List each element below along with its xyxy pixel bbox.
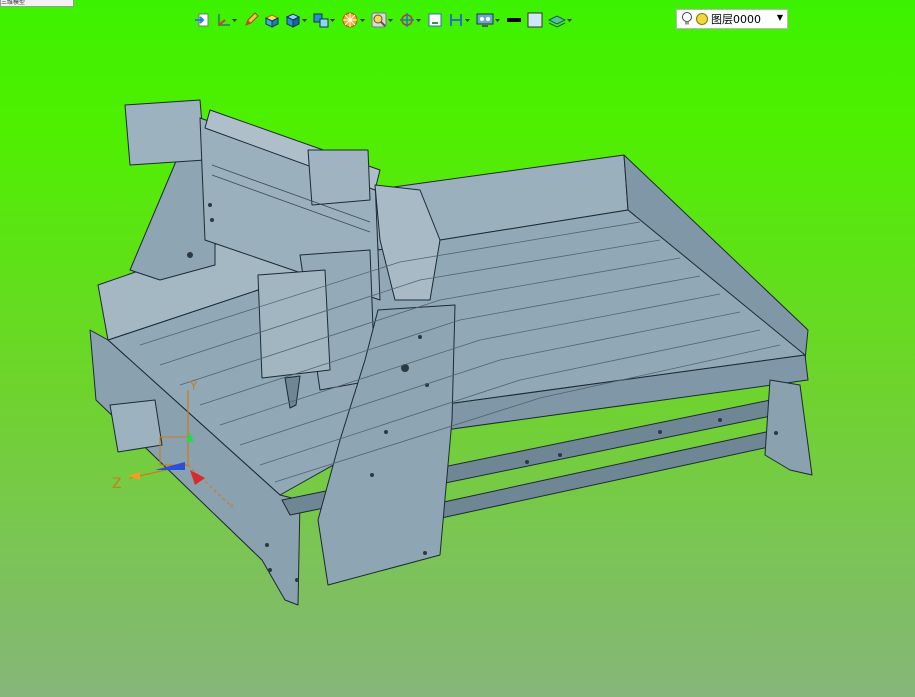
cnc-router-model[interactable]: Y Z X (0, 0, 915, 697)
spindle-motor (257, 269, 331, 379)
y-motor-left (124, 99, 206, 166)
triad-x-label: X (230, 504, 234, 510)
triad-z-cone (128, 472, 140, 480)
right-end-plate (764, 379, 813, 476)
triad-y-label: Y (189, 379, 198, 393)
z-axis-stepper (307, 149, 371, 206)
front-motor-block (109, 399, 163, 453)
3d-viewport[interactable]: 三维模型 图层0000 ▼ Y Z X (0, 0, 915, 697)
triad-z-label: Z (112, 476, 122, 492)
